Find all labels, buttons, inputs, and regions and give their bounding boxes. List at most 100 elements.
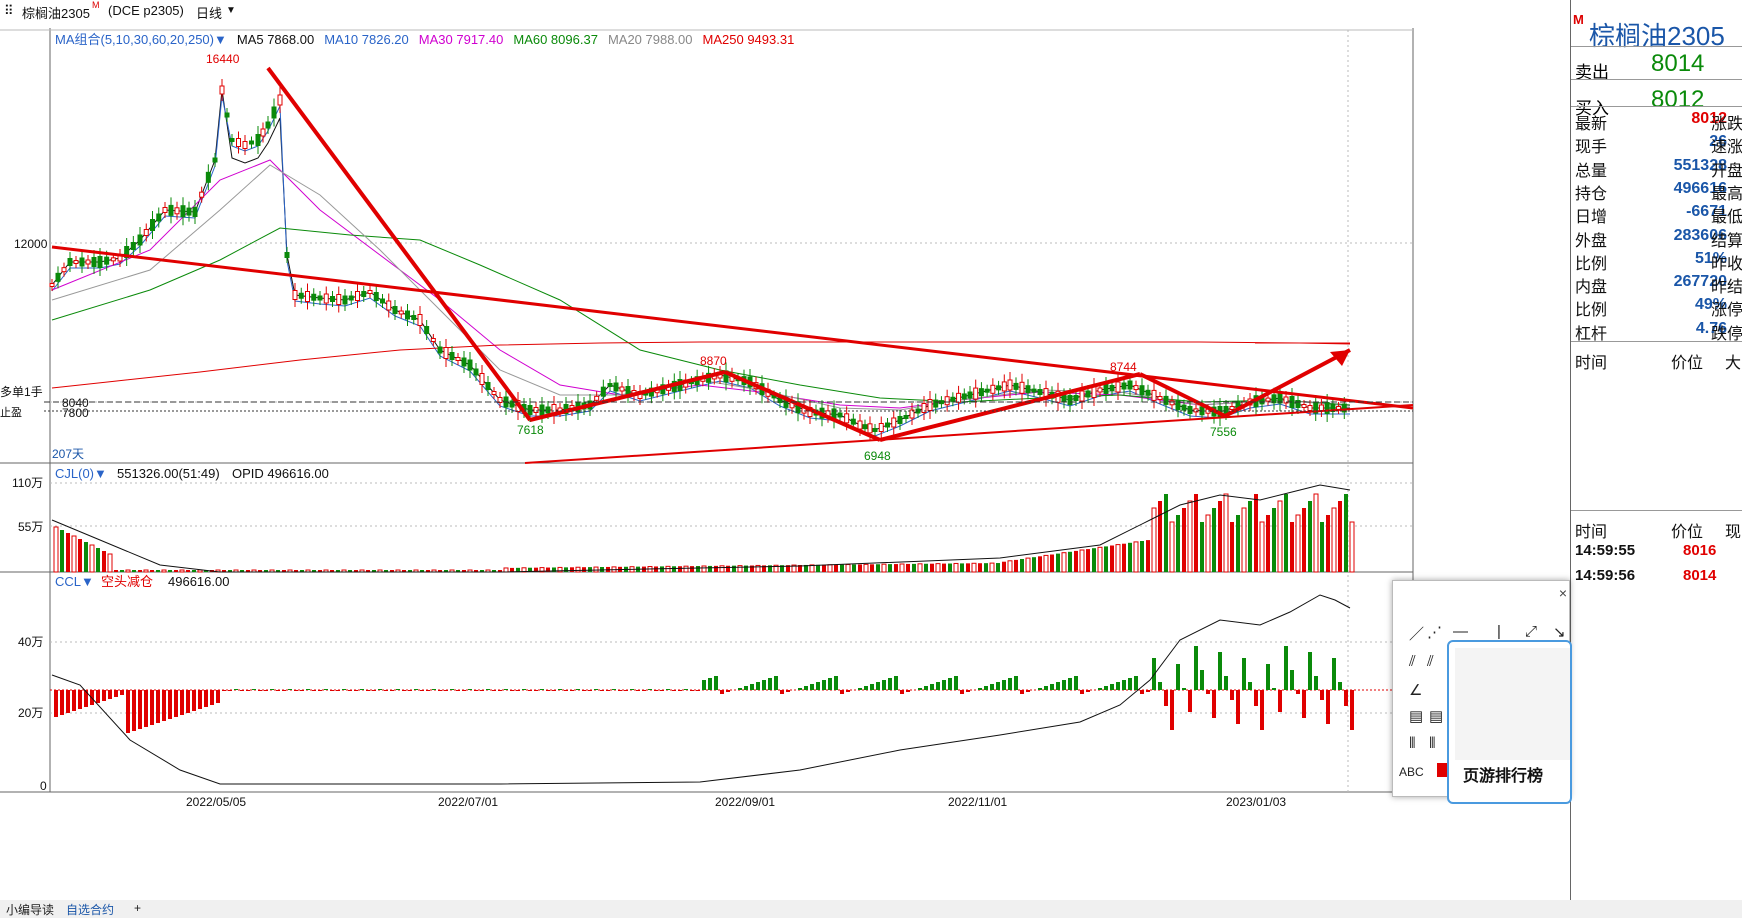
- oi-bar: [354, 690, 358, 691]
- oi-bar: [1308, 652, 1312, 690]
- candle-body: [174, 207, 180, 215]
- game-ranking-card[interactable]: 页游排行榜: [1447, 640, 1572, 804]
- candle-body: [277, 94, 283, 106]
- volume-bar: [960, 563, 964, 572]
- volume-bar: [701, 565, 707, 573]
- oi-bar: [396, 689, 400, 690]
- ma-legend[interactable]: MA组合(5,10,30,60,20,250)▼ MA5 7868.00 MA10 …: [55, 32, 794, 47]
- oi-bar: [672, 690, 676, 691]
- oi-bar: [540, 689, 544, 690]
- oi-bar: [1008, 678, 1012, 690]
- bars-tool-icon[interactable]: ⦀: [1429, 735, 1436, 752]
- candle-body: [878, 423, 884, 432]
- candle-body: [600, 386, 606, 397]
- candle-body: [461, 357, 467, 367]
- x-label-3: 2022/11/01: [948, 795, 1007, 809]
- oi-bar: [648, 689, 652, 690]
- volume-bar: [588, 567, 592, 572]
- angle-tool-icon[interactable]: ∠: [1409, 681, 1422, 699]
- oi-bar: [150, 690, 154, 725]
- candle-body: [897, 416, 903, 424]
- oi-bar: [876, 682, 880, 690]
- candle-body: [1229, 406, 1235, 410]
- line-tool-icon[interactable]: ／: [1409, 623, 1424, 644]
- volume-bar: [1194, 494, 1198, 572]
- arrow-tool-icon[interactable]: ↘: [1553, 623, 1566, 641]
- volume-bar: [1020, 559, 1024, 572]
- oi-bar: [408, 690, 412, 691]
- fib-tool-icon[interactable]: ▤: [1409, 707, 1423, 725]
- volume-bar: [899, 563, 905, 573]
- volume-bar: [1122, 543, 1126, 572]
- oi-bar: [312, 690, 316, 691]
- volume-bar: [1002, 561, 1006, 572]
- oi-tag: 空头减仓: [101, 574, 153, 589]
- volume-bar: [1277, 500, 1283, 573]
- quote-row-right-label: 速涨: [1711, 139, 1742, 157]
- quote-row-label: 比例: [1575, 302, 1608, 320]
- oi-bar: [54, 690, 58, 717]
- oi-bar: [444, 690, 448, 691]
- ma-legend-item: MA60 8096.37: [513, 32, 598, 47]
- ray-tool-icon[interactable]: ⤢: [1525, 623, 1537, 640]
- oi-bar: [894, 676, 898, 690]
- dashed-line-tool-icon[interactable]: ⋰: [1427, 623, 1442, 641]
- oi-bar: [708, 678, 712, 690]
- candle-body: [79, 257, 85, 267]
- x-label-0: 2022/05/05: [186, 795, 246, 809]
- oi-bar: [1074, 676, 1078, 690]
- volume-bar: [858, 564, 862, 572]
- volume-bar: [917, 563, 923, 573]
- quote-row-right-label: 昨收: [1711, 255, 1742, 273]
- oi-bar: [174, 690, 178, 717]
- volume-bar: [1295, 514, 1301, 573]
- oi-bar: [966, 690, 970, 692]
- candle-body: [1079, 390, 1085, 402]
- candle-body: [355, 291, 360, 301]
- horizontal-line-tool-icon[interactable]: —: [1453, 623, 1468, 640]
- candle-body: [927, 399, 933, 411]
- close-icon[interactable]: ×: [1559, 585, 1567, 601]
- candle-body: [891, 417, 897, 428]
- volume-bar: [822, 564, 826, 572]
- parallel-tool-icon[interactable]: ⫽: [1409, 653, 1416, 670]
- candle-body: [162, 207, 168, 213]
- volume-title[interactable]: CJL(0)▼: [55, 466, 107, 481]
- candle-body: [973, 387, 979, 400]
- candle-body: [545, 406, 551, 414]
- oi-bar: [612, 689, 616, 690]
- volume-bar: [102, 551, 106, 572]
- candle-body: [867, 423, 873, 434]
- volume-opid: OPID 496616.00: [232, 466, 329, 481]
- volume-bar: [1110, 545, 1114, 572]
- text-tool[interactable]: ABC: [1399, 765, 1424, 779]
- extra-header: 大: [1725, 355, 1742, 372]
- volume-bar: [984, 563, 988, 572]
- add-tab-icon[interactable]: +: [134, 901, 141, 915]
- volume-bar: [60, 530, 64, 572]
- fib-fan-tool-icon[interactable]: ▤: [1429, 707, 1443, 725]
- oi-value: 496616.00: [168, 574, 229, 589]
- tab-editor-guide[interactable]: 小编导读: [6, 901, 54, 918]
- candle-body: [1151, 389, 1157, 401]
- oi-bar: [426, 690, 430, 691]
- candle-body: [473, 368, 479, 376]
- candle-body: [1301, 404, 1307, 408]
- volume-bar: [1061, 552, 1067, 573]
- candle-body: [219, 85, 225, 95]
- channel-tool-icon[interactable]: ⫽: [1427, 653, 1434, 670]
- oi-bar: [1290, 670, 1294, 690]
- vertical-line-tool-icon[interactable]: |: [1497, 623, 1501, 640]
- oi-bar: [510, 690, 514, 691]
- oi-title[interactable]: CCL▼: [55, 574, 94, 589]
- tab-watchlist[interactable]: 自选合约: [66, 901, 114, 918]
- volume-bar: [125, 569, 131, 573]
- oi-bar: [870, 684, 874, 690]
- oi-bar: [258, 690, 262, 691]
- cycle-tool-icon[interactable]: ⦀: [1409, 735, 1416, 752]
- volume-bar: [840, 564, 844, 572]
- candle-body: [205, 171, 211, 183]
- volume-bar: [96, 548, 100, 572]
- quote-row-label: 内盘: [1575, 279, 1608, 297]
- oi-bar: [810, 684, 814, 690]
